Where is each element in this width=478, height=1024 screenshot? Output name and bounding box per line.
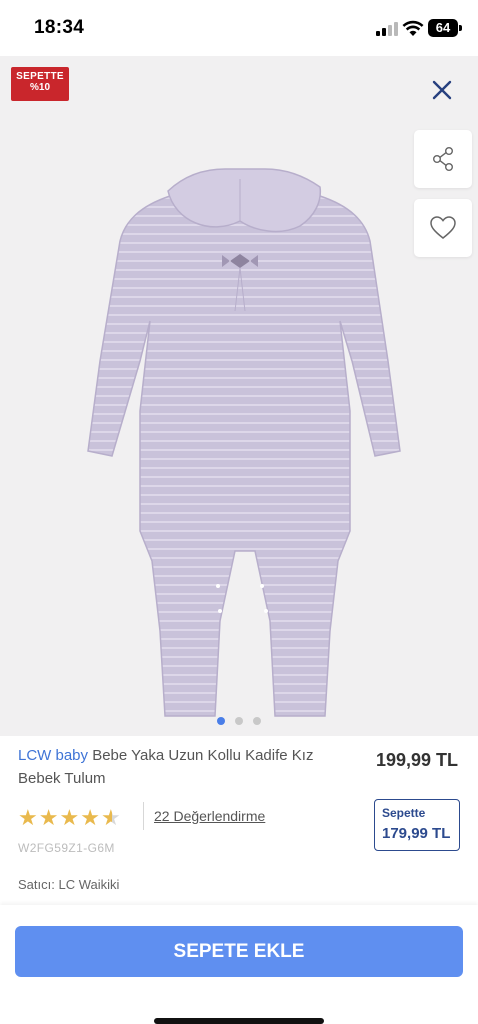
battery-level: 64 (435, 20, 451, 35)
product-brand[interactable]: LCW baby (18, 747, 88, 764)
status-time: 18:34 (34, 17, 85, 38)
gallery-pagination (0, 712, 478, 725)
signal-icon (376, 22, 398, 36)
battery-icon: 64 (428, 19, 458, 37)
close-icon[interactable] (426, 74, 458, 106)
pagination-dot[interactable] (253, 717, 261, 725)
promo-badge: SEPETTE %10 (11, 67, 69, 101)
status-bar: 18:34 64 (0, 0, 478, 56)
share-icon (432, 147, 454, 172)
battery-cap (459, 25, 462, 31)
seller-info[interactable]: Satıcı: LC Waikiki (18, 877, 119, 892)
product-image-gallery[interactable]: SEPETTE %10 (0, 56, 478, 736)
home-indicator (154, 1018, 324, 1024)
rating-stars[interactable]: ★★★★★ (18, 805, 122, 830)
share-button[interactable] (414, 130, 472, 188)
product-sku: W2FG59Z1-G6M (18, 841, 115, 855)
basket-price-box: Sepette 179,99 TL (374, 799, 460, 851)
wifi-icon (402, 20, 424, 36)
pagination-dot[interactable] (235, 717, 243, 725)
divider (143, 802, 144, 830)
reviews-link[interactable]: 22 Değerlendirme (154, 808, 265, 824)
bottom-action-bar: SEPETE EKLE (0, 905, 478, 1024)
product-title: LCW baby Bebe Yaka Uzun Kollu Kadife Kız… (18, 744, 318, 790)
star-icon: ★ (18, 805, 38, 830)
basket-price-label: Sepette (382, 806, 426, 820)
favorite-button[interactable] (414, 199, 472, 257)
star-icon: ★ (59, 805, 80, 830)
promo-badge-line2: %10 (29, 81, 50, 93)
promo-badge-line1: SEPETTE (16, 71, 64, 82)
star-icon: ★ (80, 805, 100, 830)
star-icon: ★ (38, 805, 59, 830)
heart-icon (430, 216, 456, 239)
basket-price-value: 179,99 TL (382, 825, 451, 842)
product-image (87, 168, 401, 717)
star-half-icon: ★ (100, 805, 121, 830)
add-to-cart-button[interactable]: SEPETE EKLE (15, 926, 463, 977)
product-price: 199,99 TL (375, 750, 458, 770)
pagination-dot-active[interactable] (217, 717, 225, 725)
